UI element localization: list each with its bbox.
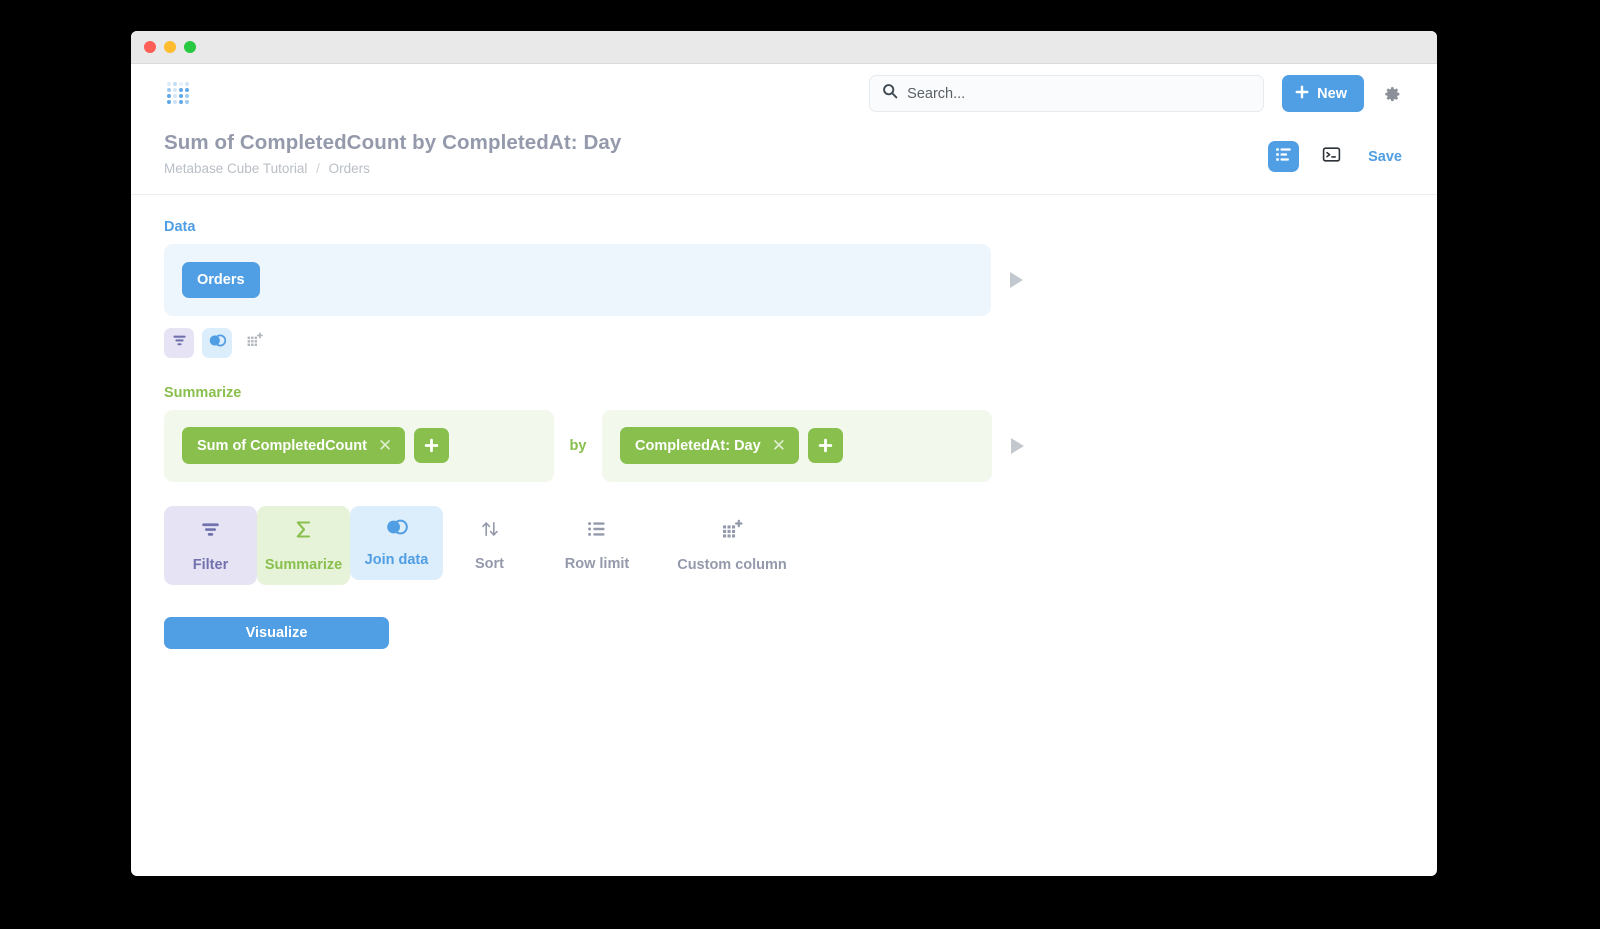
summarize-preview-play-icon[interactable] [1011,437,1024,454]
custom-column-button[interactable]: Custom column [658,506,806,585]
row-limit-icon [587,519,607,544]
aggregation-chip-label: Sum of CompletedCount [197,437,367,454]
breadcrumb-table[interactable]: Orders [329,161,370,176]
search-placeholder: Search... [907,85,966,102]
data-step-row: Orders [164,243,1404,316]
notebook-icon [1275,146,1292,168]
data-preview-play-icon[interactable] [1010,271,1023,288]
breakout-box: CompletedAt: Day ✕ [602,409,992,482]
visualize-button[interactable]: Visualize [164,616,389,649]
sort-icon [480,519,500,544]
summarize-button[interactable]: Summarize [257,505,350,585]
custom-column-icon [722,519,743,545]
filter-icon [172,333,187,353]
window-titlebar [131,31,1437,64]
window-maximize-button[interactable] [184,41,196,53]
aggregation-chip[interactable]: Sum of CompletedCount ✕ [182,427,406,465]
breadcrumb: Metabase Cube Tutorial / Orders [164,161,621,176]
plus-icon [1295,85,1309,103]
search-input[interactable]: Search... [869,75,1265,112]
metabase-logo-icon[interactable] [164,79,194,109]
breakout-chip[interactable]: CompletedAt: Day ✕ [620,427,799,465]
native-query-toggle-button[interactable] [1316,141,1347,172]
notebook-toggle-button[interactable] [1268,141,1300,172]
data-source-chip[interactable]: Orders [182,261,260,298]
join-icon [209,334,226,352]
app-bar-right: Search... New [869,75,1402,112]
question-header-actions: Save [1268,129,1402,172]
app-top-bar: Search... New [131,64,1437,123]
notebook-editor: Data Orders Summarize Sum of CompletedCo… [131,195,1437,649]
new-button[interactable]: New [1282,75,1364,112]
add-aggregation-button[interactable] [414,428,450,464]
remove-breakout-icon[interactable]: ✕ [772,437,786,454]
new-button-label: New [1317,85,1347,102]
window-close-button[interactable] [144,41,156,53]
plus-icon [818,438,833,453]
join-data-button[interactable]: Join data [350,505,443,580]
sort-button-label: Sort [475,555,504,572]
save-button[interactable]: Save [1368,149,1402,165]
filter-button[interactable]: Filter [164,505,257,585]
join-data-button-label: Join data [364,551,429,568]
question-header: Sum of CompletedCount by CompletedAt: Da… [131,123,1437,195]
aggregation-box: Sum of CompletedCount ✕ [164,409,554,482]
gear-icon[interactable] [1382,84,1402,104]
page-title[interactable]: Sum of CompletedCount by CompletedAt: Da… [164,129,621,157]
custom-column-icon [247,332,263,353]
filter-button-label: Filter [192,556,229,573]
add-custom-column-mini-button[interactable] [240,328,270,358]
breadcrumb-separator: / [316,160,320,176]
data-step-mini-actions [164,327,1404,358]
data-step-label: Data [164,218,196,235]
summarize-step: Summarize Sum of CompletedCount ✕ by Com… [164,385,1404,482]
summarize-button-label: Summarize [264,556,343,573]
filter-icon [200,519,221,545]
join-icon [386,519,408,540]
add-breakout-button[interactable] [807,428,843,464]
breakout-chip-label: CompletedAt: Day [635,437,761,454]
notebook-action-buttons: Filter Summarize Join data Sort Row limi… [164,505,1404,585]
plus-icon [425,438,439,453]
add-join-mini-button[interactable] [202,327,232,358]
sigma-icon [293,519,314,545]
row-limit-button[interactable]: Row limit [536,506,658,584]
sort-button[interactable]: Sort [443,506,536,584]
row-limit-button-label: Row limit [564,555,630,572]
summarize-step-row: Sum of CompletedCount ✕ by CompletedAt: … [164,409,1404,482]
summarize-step-label: Summarize [164,384,242,401]
search-icon [882,83,898,104]
remove-aggregation-icon[interactable]: ✕ [378,437,392,454]
add-filter-mini-button[interactable] [164,327,194,358]
data-source-box: Orders [164,243,991,316]
question-header-text: Sum of CompletedCount by CompletedAt: Da… [164,129,621,176]
custom-column-button-label: Custom column [677,556,787,573]
window-minimize-button[interactable] [164,41,176,53]
summarize-by-label: by [569,437,587,454]
breadcrumb-collection[interactable]: Metabase Cube Tutorial [164,161,307,176]
console-icon [1322,145,1341,169]
app-window: Search... New Sum of CompletedCount by C… [131,31,1437,876]
